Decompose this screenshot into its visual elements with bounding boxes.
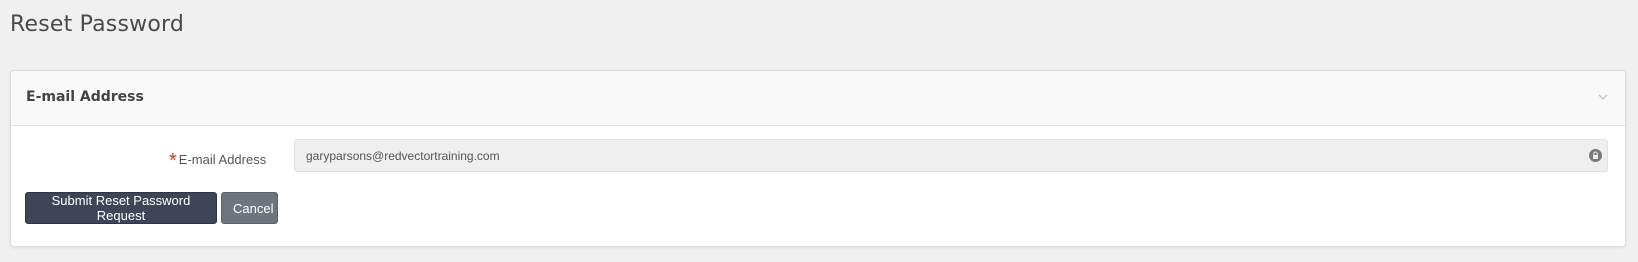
panel-header[interactable]: E-mail Address <box>11 71 1625 126</box>
email-field-label: * E-mail Address <box>169 149 267 172</box>
required-marker: * <box>169 150 177 172</box>
chevron-down-icon[interactable] <box>1595 89 1611 105</box>
lock-icon <box>1589 149 1602 162</box>
page-title: Reset Password <box>10 12 185 37</box>
email-label-text: E-mail Address <box>178 151 267 167</box>
email-address-panel: E-mail Address * E-mail Address Submit R… <box>10 70 1626 247</box>
cancel-button[interactable]: Cancel <box>221 192 278 224</box>
submit-reset-password-button[interactable]: Submit Reset Password Request <box>25 192 217 224</box>
email-field[interactable] <box>294 139 1608 172</box>
panel-title: E-mail Address <box>26 89 144 105</box>
